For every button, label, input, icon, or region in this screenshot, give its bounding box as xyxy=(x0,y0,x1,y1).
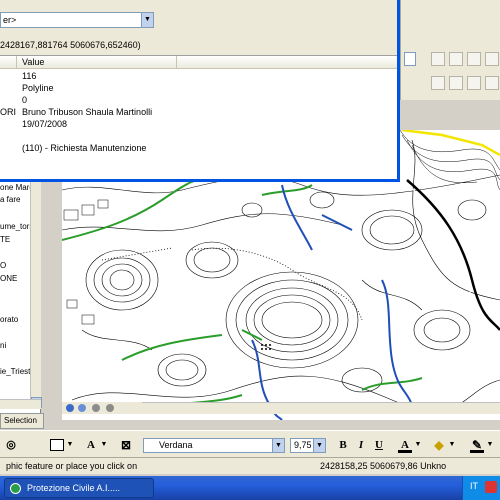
hyperlink-tool-button[interactable] xyxy=(467,52,481,66)
layer-select-value: er> xyxy=(3,15,17,25)
toc-layer[interactable]: ONE xyxy=(0,274,17,283)
taskbar: Protezione Civile A.I..... IT xyxy=(0,476,500,500)
font-size-dropdown[interactable]: 9,75 ▼ xyxy=(290,438,326,453)
identify-layers-dropdown[interactable]: er> ▼ xyxy=(0,12,154,28)
toc-horizontal-scrollbar[interactable] xyxy=(0,399,41,409)
bold-button[interactable]: B xyxy=(336,437,350,453)
sketch-tool-button[interactable] xyxy=(449,76,463,90)
identify-tool-button[interactable] xyxy=(431,52,445,66)
status-message: phic feature or place you click on xyxy=(6,461,138,471)
font-color-icon[interactable]: A xyxy=(398,437,412,453)
toc-layer[interactable]: TE xyxy=(0,235,10,244)
chevron-down-icon[interactable]: ▼ xyxy=(141,13,153,27)
result-value: 116 xyxy=(22,71,37,81)
edit-vertices-icon[interactable]: ⊠ xyxy=(118,437,134,453)
taskbar-task-button[interactable]: Protezione Civile A.I..... xyxy=(4,478,154,498)
italic-button[interactable]: I xyxy=(354,437,368,453)
chevron-down-icon[interactable]: ▼ xyxy=(313,439,325,452)
font-name-dropdown[interactable]: Verdana ▼ xyxy=(143,438,285,453)
identify-location: 2428167,881764 5060676,652460) xyxy=(0,40,141,50)
rectangle-dropdown-icon[interactable]: ▼ xyxy=(66,437,74,453)
text-dropdown-icon[interactable]: ▼ xyxy=(100,437,108,453)
editor-tool-button[interactable] xyxy=(431,76,445,90)
language-indicator[interactable]: IT xyxy=(470,481,478,491)
fill-color-dropdown-icon[interactable]: ▼ xyxy=(448,437,456,453)
refresh-icon[interactable] xyxy=(92,404,100,412)
font-size-value: 9,75 xyxy=(294,440,312,450)
drawing-toolbar: ◎ ▼ A ▼ ⊠ Verdana ▼ 9,75 ▼ B I U A ▼ ◆ ▼… xyxy=(0,430,500,458)
font-color-dropdown-icon[interactable]: ▼ xyxy=(414,437,422,453)
system-tray: IT xyxy=(462,476,500,500)
toc-divider[interactable] xyxy=(41,182,62,420)
font-name-value: Verdana xyxy=(159,440,193,450)
chevron-down-icon[interactable]: ▼ xyxy=(272,439,284,452)
pause-icon[interactable] xyxy=(106,404,114,412)
identify-results-list: Value 116 Polyline 0 ORI Bruno Tribuson … xyxy=(0,55,397,179)
tab-selection[interactable]: Selection xyxy=(0,413,44,429)
result-value: 0 xyxy=(22,95,28,105)
result-value: Polyline xyxy=(22,83,54,93)
status-bar: phic feature or place you click on 24281… xyxy=(0,458,500,474)
rectangle-tool-icon[interactable] xyxy=(50,439,64,451)
toc-layer[interactable]: ni xyxy=(0,341,6,350)
tray-app-icon[interactable] xyxy=(485,481,497,493)
scale-dropdown[interactable] xyxy=(404,52,416,66)
column-separator[interactable] xyxy=(176,56,177,69)
data-view-icon[interactable] xyxy=(66,404,74,412)
result-value: Bruno Tribuson Shaula Martinolli xyxy=(22,107,153,117)
list-header: Value xyxy=(0,56,397,69)
find-tool-button[interactable] xyxy=(449,52,463,66)
text-tool-icon[interactable]: A xyxy=(84,437,98,453)
fill-color-icon[interactable]: ◆ xyxy=(432,437,446,453)
delete-tool-button[interactable] xyxy=(485,76,499,90)
map-navigation-bar xyxy=(62,402,142,414)
status-coordinates: 2428158,25 5060679,86 Unkno xyxy=(320,461,447,471)
standard-toolbar xyxy=(400,0,500,100)
result-value: 19/07/2008 xyxy=(22,119,68,129)
identify-window: er> ▼ 2428167,881764 5060676,652460) Val… xyxy=(0,0,400,182)
result-value: (110) - Richiesta Manutenzione xyxy=(22,143,147,153)
toc-layer[interactable]: orato xyxy=(0,315,18,324)
line-color-icon[interactable]: ✎ xyxy=(470,437,484,453)
column-header-value[interactable]: Value xyxy=(22,57,44,67)
map-horizontal-scrollbar[interactable] xyxy=(142,402,500,414)
underline-button[interactable]: U xyxy=(372,437,386,453)
previous-extent-icon[interactable]: ◎ xyxy=(4,437,18,453)
measure-tool-button[interactable] xyxy=(485,52,499,66)
toc-vertical-scrollbar[interactable]: ▼ xyxy=(30,182,42,408)
column-header-field[interactable] xyxy=(0,56,17,69)
toc-layer[interactable]: O xyxy=(0,261,6,270)
arcmap-icon xyxy=(10,483,21,494)
layout-view-icon[interactable] xyxy=(78,404,86,412)
attributes-tool-button[interactable] xyxy=(467,76,481,90)
taskbar-task-label: Protezione Civile A.I..... xyxy=(27,483,121,493)
line-color-dropdown-icon[interactable]: ▼ xyxy=(486,437,494,453)
result-field: ORI xyxy=(0,107,17,117)
toc-layer[interactable]: a fare xyxy=(0,195,20,204)
